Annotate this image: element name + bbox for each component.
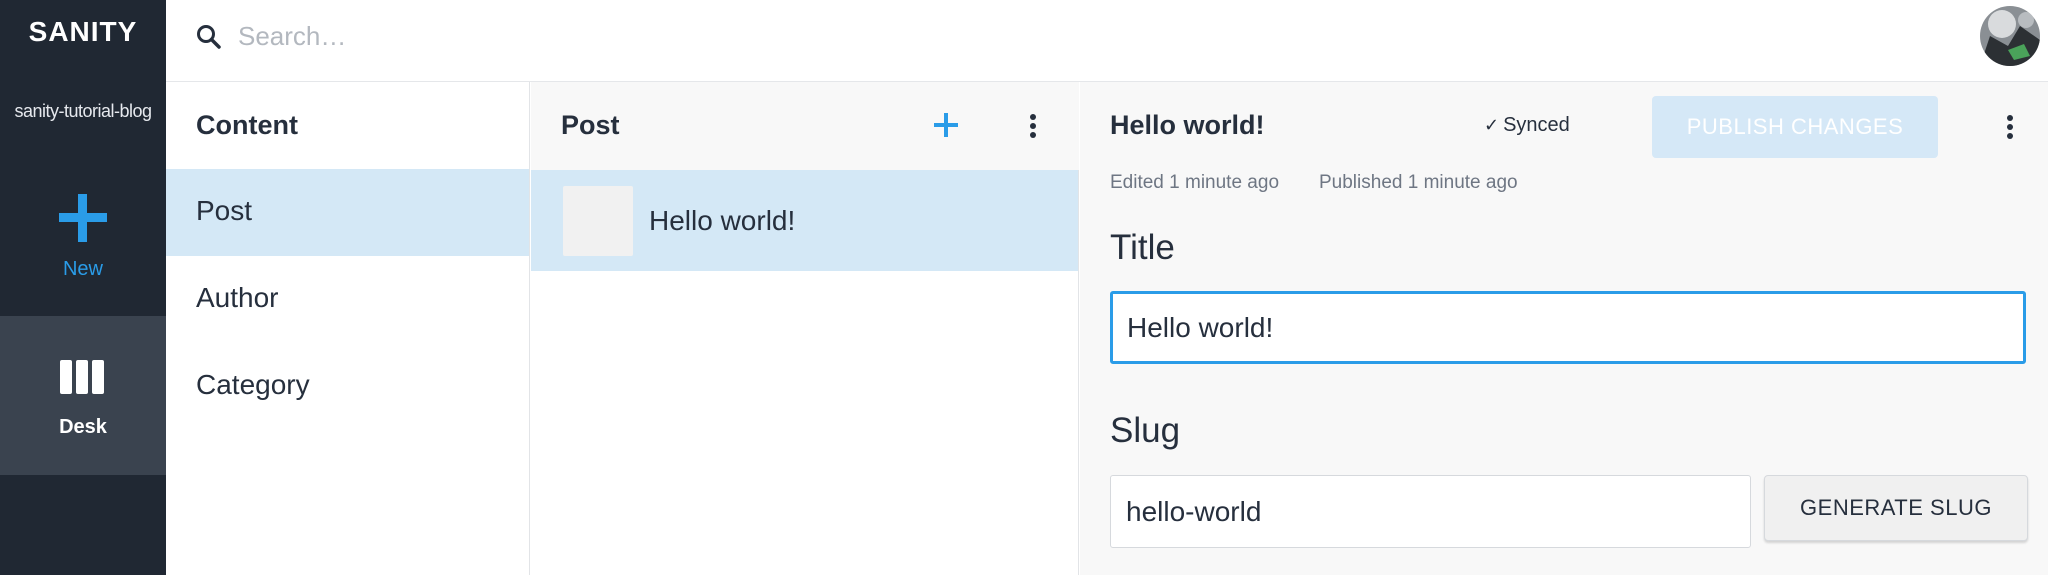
avatar-image	[1980, 6, 2040, 66]
edited-timestamp: Edited 1 minute ago	[1110, 172, 1280, 193]
list-pane-title: Post	[561, 110, 620, 140]
columns-icon	[60, 360, 104, 394]
desk-label: Desk	[59, 416, 107, 438]
desk-tool-button[interactable]: Desk	[0, 316, 166, 475]
published-timestamp: Published 1 minute ago	[1319, 172, 1518, 193]
project-name: sanity-tutorial-blog	[14, 101, 152, 121]
document-title: Hello world!	[649, 205, 796, 236]
type-item-post[interactable]: Post	[166, 169, 529, 256]
more-vertical-icon[interactable]	[2005, 114, 2015, 140]
type-item-label: Post	[196, 195, 253, 226]
slug-input[interactable]	[1110, 475, 1751, 548]
publish-changes-button[interactable]: PUBLISH CHANGES	[1652, 96, 1938, 158]
document-editor-pane: Hello world! ✓ Synced PUBLISH CHANGES Edi…	[1080, 82, 2048, 575]
document-list-pane: Post Hello world!	[531, 82, 1079, 575]
document-list-item[interactable]: Hello world!	[531, 170, 1078, 271]
side-navigation: SANITY sanity-tutorial-blog New Desk	[0, 0, 166, 575]
user-avatar[interactable]	[1980, 6, 2040, 66]
type-item-author[interactable]: Author	[166, 256, 529, 343]
sync-status: ✓ Synced	[1484, 114, 1570, 137]
sanity-studio: SANITY sanity-tutorial-blog New Desk Sea…	[0, 0, 2048, 575]
new-label: New	[62, 258, 103, 280]
new-document-button[interactable]: New	[0, 184, 166, 294]
type-item-label: Author	[196, 282, 279, 313]
search-icon	[197, 25, 221, 49]
title-input[interactable]	[1110, 291, 2026, 364]
add-document-icon[interactable]	[931, 110, 961, 140]
sanity-logo[interactable]: SANITY	[0, 16, 166, 48]
title-field-label: Title	[1110, 228, 1175, 267]
sync-status-label: Synced	[1503, 114, 1570, 136]
more-vertical-icon[interactable]	[1028, 113, 1038, 139]
document-heading: Hello world!	[1110, 110, 1265, 140]
search-input[interactable]	[238, 16, 1238, 56]
type-item-label: Category	[196, 369, 310, 400]
plus-icon	[59, 194, 107, 242]
document-thumbnail	[563, 186, 633, 256]
content-pane: Content Post Author Category	[166, 82, 530, 575]
content-pane-title: Content	[196, 110, 298, 140]
check-icon: ✓	[1484, 115, 1500, 135]
generate-slug-button[interactable]: GENERATE SLUG	[1764, 475, 2028, 541]
top-bar	[166, 0, 2048, 82]
slug-field-label: Slug	[1110, 411, 1181, 450]
type-item-category[interactable]: Category	[166, 343, 529, 430]
